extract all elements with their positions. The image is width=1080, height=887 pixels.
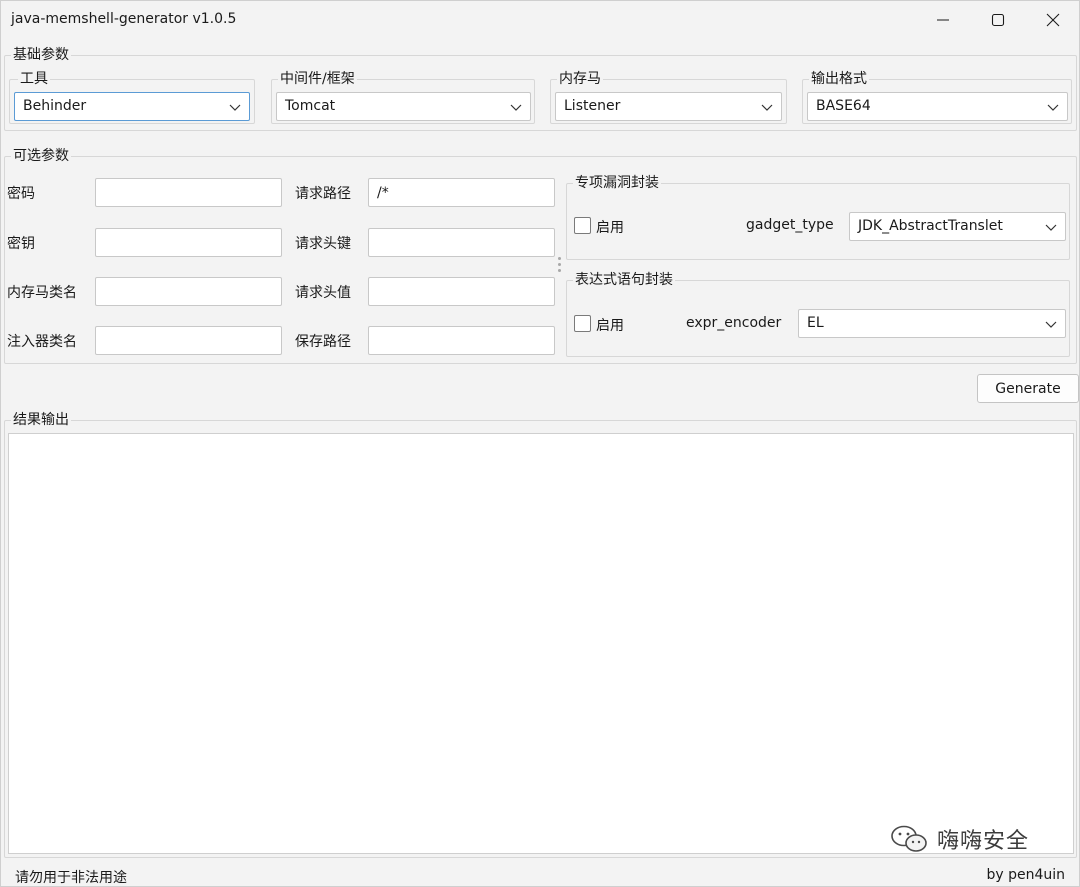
header-value-field[interactable]	[368, 277, 555, 306]
chevron-down-icon	[761, 104, 773, 111]
password-field[interactable]	[95, 178, 282, 207]
memshell-select[interactable]: Listener	[555, 92, 782, 121]
gadget-type-select[interactable]: JDK_AbstractTranslet	[849, 212, 1066, 241]
output-format-select[interactable]: BASE64	[807, 92, 1068, 121]
title-bar: java-memshell-generator v1.0.5	[1, 1, 1079, 39]
expr-encoder-value: EL	[807, 315, 824, 331]
chevron-down-icon	[229, 104, 241, 111]
chevron-down-icon	[510, 104, 522, 111]
memshell-select-value: Listener	[564, 98, 621, 114]
gadget-type-value: JDK_AbstractTranslet	[858, 218, 1003, 234]
gadget-wrap-legend: 专项漏洞封装	[573, 174, 661, 192]
close-button[interactable]	[1026, 1, 1080, 39]
chevron-down-icon	[1045, 224, 1057, 231]
key-field[interactable]	[95, 228, 282, 257]
window-title: java-memshell-generator v1.0.5	[11, 11, 237, 27]
app-window: java-memshell-generator v1.0.5 基础参数 工具 B…	[0, 0, 1080, 887]
optional-params-legend: 可选参数	[11, 147, 71, 165]
chevron-down-icon	[1045, 321, 1057, 328]
injector-class-name-label: 注入器类名	[7, 334, 77, 350]
basic-params-legend: 基础参数	[11, 46, 71, 64]
injector-class-name-field[interactable]	[95, 326, 282, 355]
gadget-enable-checkbox[interactable]	[574, 217, 591, 234]
status-author: by pen4uin	[986, 867, 1065, 883]
basic-params-group: 基础参数 工具 Behinder 中间件/框架 Tomcat 内存马 Liste…	[4, 46, 1077, 131]
request-path-field[interactable]	[368, 178, 555, 207]
watermark-text: 嗨嗨安全	[937, 829, 1030, 854]
save-path-field[interactable]	[368, 326, 555, 355]
maximize-button[interactable]	[971, 1, 1025, 39]
request-path-label: 请求路径	[295, 186, 351, 202]
splitter-handle[interactable]	[558, 257, 561, 275]
password-label: 密码	[7, 186, 35, 202]
expr-enable-label: 启用	[596, 318, 624, 334]
expr-encoder-label: expr_encoder	[686, 315, 782, 331]
expr-encoder-select[interactable]: EL	[798, 309, 1066, 338]
middleware-select[interactable]: Tomcat	[276, 92, 531, 121]
tool-label: 工具	[18, 70, 50, 88]
maximize-icon	[991, 13, 1005, 27]
close-icon	[1046, 13, 1060, 27]
gadget-enable-label: 启用	[596, 220, 624, 236]
tool-select-value: Behinder	[23, 98, 87, 114]
wechat-icon	[891, 825, 927, 852]
middleware-select-value: Tomcat	[285, 98, 336, 114]
status-warning: 请勿用于非法用途	[15, 870, 127, 886]
key-label: 密钥	[7, 236, 35, 252]
chevron-down-icon	[1047, 104, 1059, 111]
shell-class-name-label: 内存马类名	[7, 285, 77, 301]
save-path-label: 保存路径	[295, 334, 351, 350]
middleware-label: 中间件/框架	[278, 70, 357, 88]
minimize-button[interactable]	[916, 1, 970, 39]
minimize-icon	[937, 19, 949, 21]
result-output[interactable]	[8, 433, 1074, 854]
shell-class-name-field[interactable]	[95, 277, 282, 306]
result-legend: 结果输出	[11, 411, 71, 429]
expr-enable-checkbox[interactable]	[574, 315, 591, 332]
header-key-label: 请求头键	[295, 236, 351, 252]
header-value-label: 请求头值	[295, 285, 351, 301]
watermark: 嗨嗨安全	[889, 823, 1029, 855]
memshell-label: 内存马	[557, 70, 603, 88]
generate-button[interactable]: Generate	[977, 374, 1079, 403]
gadget-type-label: gadget_type	[746, 217, 834, 233]
expr-wrap-legend: 表达式语句封装	[573, 271, 675, 289]
output-format-label: 输出格式	[809, 70, 869, 88]
header-key-field[interactable]	[368, 228, 555, 257]
output-format-select-value: BASE64	[816, 98, 871, 114]
tool-select[interactable]: Behinder	[14, 92, 250, 121]
status-bar: 请勿用于非法用途 by pen4uin	[1, 863, 1079, 887]
